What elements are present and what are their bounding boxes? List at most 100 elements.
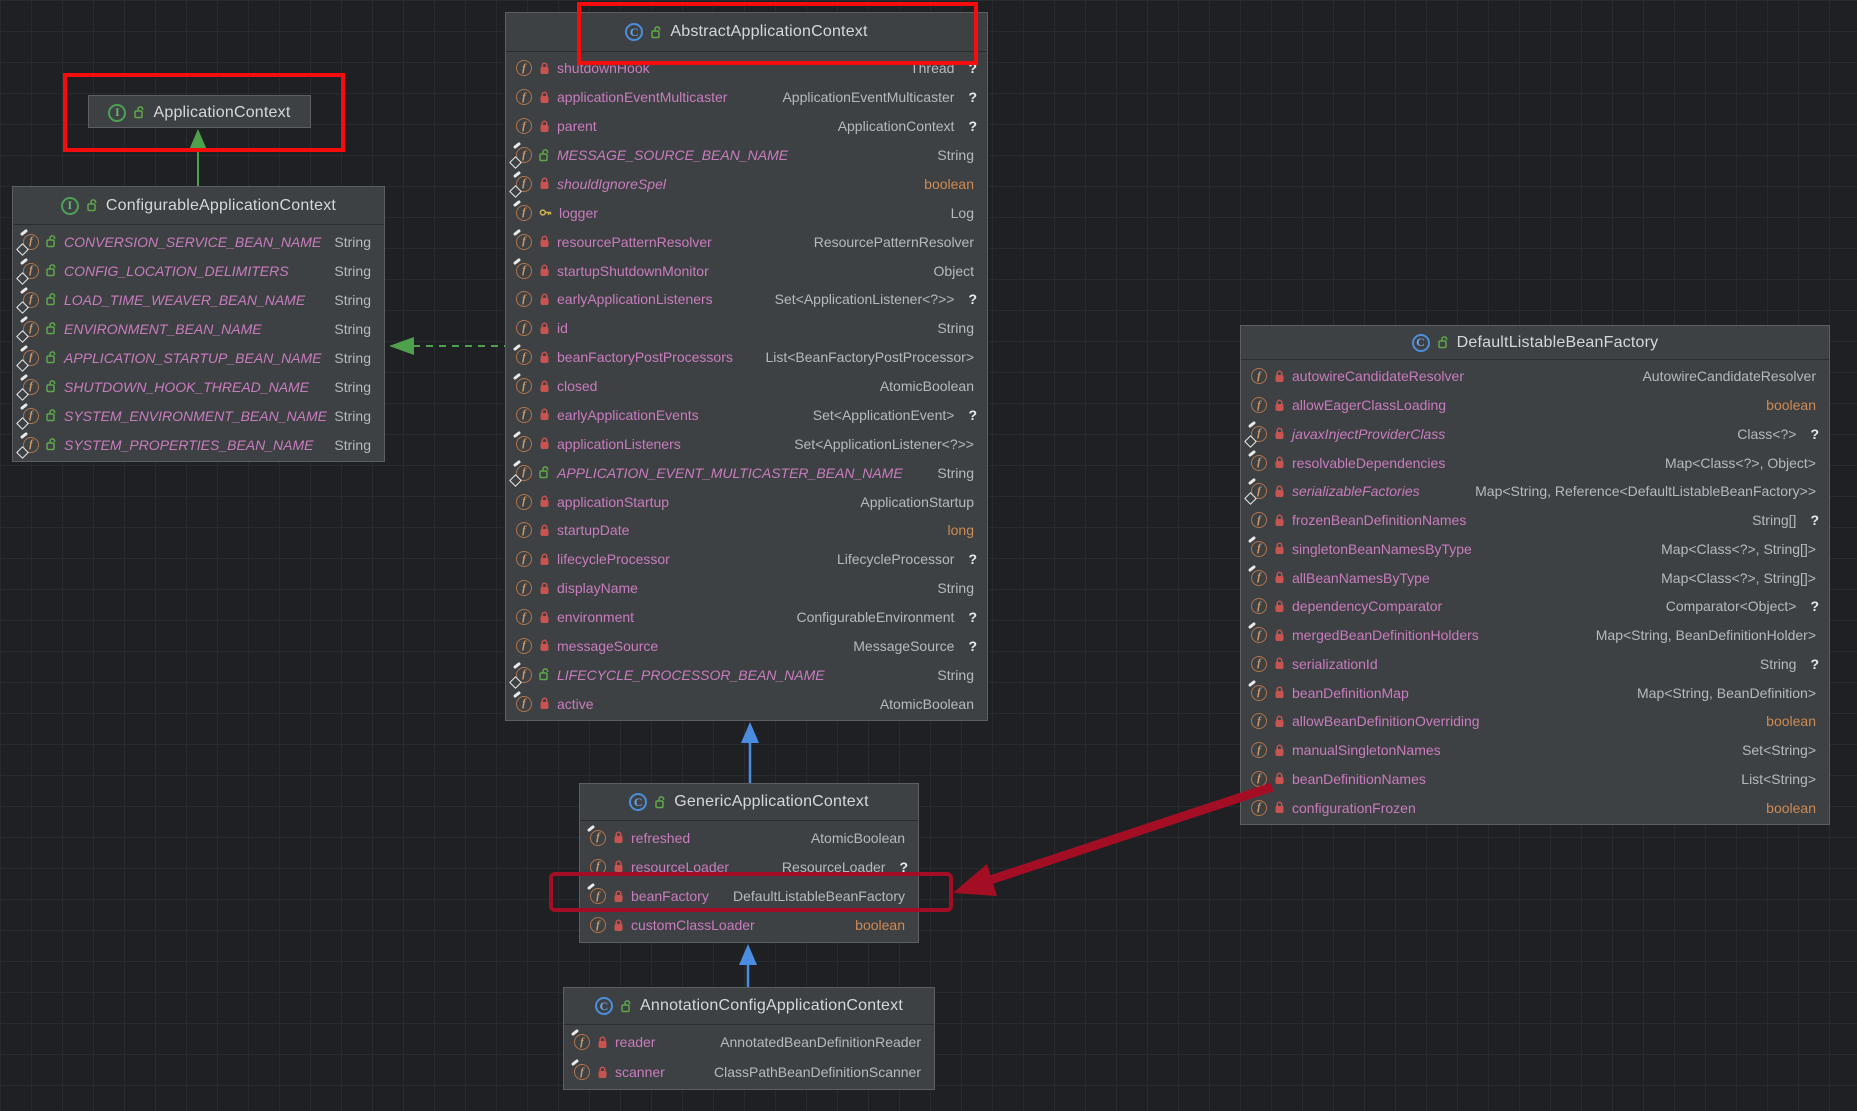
class-title: DefaultListableBeanFactory	[1456, 333, 1659, 351]
class-node-configurable-application-context[interactable]: I ConfigurableApplicationContext f CONVERSI…	[12, 186, 385, 462]
field-name: manualSingletonNames	[1292, 742, 1441, 759]
field-row-shouldIgnoreSpel[interactable]: f shouldIgnoreSpel boolean	[506, 170, 987, 199]
field-row-id[interactable]: f id String	[506, 314, 987, 343]
field-name: beanDefinitionNames	[1292, 770, 1426, 787]
field-row-beanDefinitionMap[interactable]: f beanDefinitionMap Map<String, BeanDefini…	[1241, 678, 1829, 707]
field-icon: f	[516, 378, 532, 395]
field-row-customClassLoader[interactable]: f customClassLoader boolean	[580, 911, 918, 940]
field-icon: f	[516, 609, 532, 626]
field-row-beanFactoryPostProcessors[interactable]: f beanFactoryPostProcessors List<BeanFacto…	[506, 343, 987, 372]
field-row-LIFECYCLE_PROCESSOR_BEAN_NAME[interactable]: f LIFECYCLE_PROCESSOR_BEAN_NAME String	[506, 660, 987, 689]
field-row-SHUTDOWN_HOOK_THREAD_NAME[interactable]: f SHUTDOWN_HOOK_THREAD_NAME String	[13, 372, 384, 401]
class-node-annotation-config-application-context[interactable]: C AnnotationConfigApplicationContext f read…	[563, 987, 935, 1090]
nullable-marker: ?	[1810, 598, 1819, 615]
class-header[interactable]: C AbstractApplicationContext	[506, 13, 987, 52]
field-row-MESSAGE_SOURCE_BEAN_NAME[interactable]: f MESSAGE_SOURCE_BEAN_NAME String	[506, 141, 987, 170]
class-header[interactable]: C AnnotationConfigApplicationContext	[564, 988, 934, 1025]
class-header[interactable]: I ApplicationContext	[89, 96, 310, 129]
field-row-parent[interactable]: f parent ApplicationContext?	[506, 112, 987, 141]
field-row-closed[interactable]: f closed AtomicBoolean	[506, 372, 987, 401]
field-row-frozenBeanDefinitionNames[interactable]: f frozenBeanDefinitionNames String[]?	[1241, 506, 1829, 535]
class-header[interactable]: C GenericApplicationContext	[580, 784, 918, 821]
field-row-dependencyComparator[interactable]: f dependencyComparator Comparator<Object>?	[1241, 592, 1829, 621]
field-row-serializableFactories[interactable]: f serializableFactories Map<String, Refere…	[1241, 477, 1829, 506]
private-lock-icon	[614, 890, 623, 902]
field-row-startupShutdownMonitor[interactable]: f startupShutdownMonitor Object	[506, 256, 987, 285]
field-row-environment[interactable]: f environment ConfigurableEnvironment?	[506, 603, 987, 632]
implements-arrow-abstract-to-configurable[interactable]	[389, 337, 505, 355]
field-row-earlyApplicationListeners[interactable]: f earlyApplicationListeners Set<Applicatio…	[506, 285, 987, 314]
field-row-mergedBeanDefinitionHolders[interactable]: f mergedBeanDefinitionHolders Map<String, …	[1241, 621, 1829, 650]
extends-arrow-generic-to-abstract[interactable]	[741, 722, 759, 783]
field-row-LOAD_TIME_WEAVER_BEAN_NAME[interactable]: f LOAD_TIME_WEAVER_BEAN_NAME String	[13, 285, 384, 314]
field-name: beanFactory	[631, 888, 709, 905]
field-row-beanDefinitionNames[interactable]: f beanDefinitionNames List<String>	[1241, 765, 1829, 794]
field-icon: f	[516, 666, 532, 683]
fields-list: f reader AnnotatedBeanDefinitionReader f sca…	[564, 1025, 934, 1089]
public-lock-icon	[46, 322, 56, 335]
private-lock-icon	[540, 495, 549, 508]
fields-list: f autowireCandidateResolver AutowireCandid…	[1241, 360, 1829, 824]
field-icon: f	[590, 888, 606, 905]
field-type: String	[1759, 655, 1797, 672]
annotation-arrow-factory-to-beanfactory	[953, 782, 1274, 896]
field-row-serializationId[interactable]: f serializationId String?	[1241, 650, 1829, 679]
class-header[interactable]: I ConfigurableApplicationContext	[13, 187, 384, 225]
field-row-shutdownHook[interactable]: f shutdownHook Thread?	[506, 54, 987, 83]
field-icon: f	[516, 147, 532, 164]
field-row-APPLICATION_EVENT_MULTICASTER_BEAN_NAME[interactable]: f APPLICATION_EVENT_MULTICASTER_BEAN_NAME…	[506, 458, 987, 487]
field-row-beanFactory[interactable]: f beanFactory DefaultListableBeanFactory	[580, 882, 918, 911]
field-type: String	[334, 378, 371, 395]
field-name: allowBeanDefinitionOverriding	[1292, 713, 1480, 730]
field-row-startupDate[interactable]: f startupDate long	[506, 516, 987, 545]
field-row-applicationStartup[interactable]: f applicationStartup ApplicationStartup	[506, 487, 987, 516]
field-row-lifecycleProcessor[interactable]: f lifecycleProcessor LifecycleProcessor?	[506, 545, 987, 574]
field-name: logger	[559, 204, 598, 221]
field-row-SYSTEM_ENVIRONMENT_BEAN_NAME[interactable]: f SYSTEM_ENVIRONMENT_BEAN_NAME String	[13, 401, 384, 430]
field-row-refreshed[interactable]: f refreshed AtomicBoolean	[580, 823, 918, 852]
field-row-allowEagerClassLoading[interactable]: f allowEagerClassLoading boolean	[1241, 391, 1829, 420]
field-row-messageSource[interactable]: f messageSource MessageSource?	[506, 632, 987, 661]
field-icon: f	[516, 435, 532, 452]
field-row-manualSingletonNames[interactable]: f manualSingletonNames Set<String>	[1241, 736, 1829, 765]
field-row-APPLICATION_STARTUP_BEAN_NAME[interactable]: f APPLICATION_STARTUP_BEAN_NAME String	[13, 343, 384, 372]
field-row-displayName[interactable]: f displayName String	[506, 574, 987, 603]
field-type: boolean	[855, 917, 905, 934]
field-row-allowBeanDefinitionOverriding[interactable]: f allowBeanDefinitionOverriding boolean	[1241, 707, 1829, 736]
field-icon: f	[516, 522, 532, 539]
class-node-generic-application-context[interactable]: C GenericApplicationContext f refreshed Atom…	[579, 783, 919, 943]
field-row-reader[interactable]: f reader AnnotatedBeanDefinitionReader	[564, 1027, 934, 1057]
field-row-resolvableDependencies[interactable]: f resolvableDependencies Map<Class<?>, Obj…	[1241, 448, 1829, 477]
field-row-resourceLoader[interactable]: f resourceLoader ResourceLoader?	[580, 852, 918, 881]
field-row-configurationFrozen[interactable]: f configurationFrozen boolean	[1241, 793, 1829, 822]
field-row-logger[interactable]: f logger Log	[506, 198, 987, 227]
field-row-earlyApplicationEvents[interactable]: f earlyApplicationEvents Set<ApplicationEv…	[506, 401, 987, 430]
field-row-SYSTEM_PROPERTIES_BEAN_NAME[interactable]: f SYSTEM_PROPERTIES_BEAN_NAME String	[13, 430, 384, 459]
field-icon: f	[516, 580, 532, 597]
field-row-scanner[interactable]: f scanner ClassPathBeanDefinitionScanner	[564, 1057, 934, 1087]
class-icon: C	[595, 997, 613, 1015]
field-name: SYSTEM_ENVIRONMENT_BEAN_NAME	[64, 407, 327, 424]
extends-arrow-annotationconfig-to-generic[interactable]	[739, 944, 757, 987]
field-row-ENVIRONMENT_BEAN_NAME[interactable]: f ENVIRONMENT_BEAN_NAME String	[13, 314, 384, 343]
field-icon: f	[1251, 742, 1267, 759]
field-row-CONFIG_LOCATION_DELIMITERS[interactable]: f CONFIG_LOCATION_DELIMITERS String	[13, 256, 384, 285]
class-node-abstract-application-context[interactable]: C AbstractApplicationContext f shutdownHook…	[505, 12, 988, 721]
field-type: String	[937, 147, 974, 164]
class-node-application-context[interactable]: I ApplicationContext	[88, 95, 311, 128]
extends-arrow-configurable-to-applicationcontext[interactable]	[189, 129, 207, 186]
class-node-default-listable-bean-factory[interactable]: C DefaultListableBeanFactory f autowireCand…	[1240, 325, 1830, 825]
private-lock-icon	[540, 264, 549, 277]
field-name: parent	[557, 118, 597, 135]
field-row-autowireCandidateResolver[interactable]: f autowireCandidateResolver AutowireCandid…	[1241, 362, 1829, 391]
field-row-singletonBeanNamesByType[interactable]: f singletonBeanNamesByType Map<Class<?>, S…	[1241, 535, 1829, 564]
field-row-applicationListeners[interactable]: f applicationListeners Set<ApplicationList…	[506, 429, 987, 458]
field-row-active[interactable]: f active AtomicBoolean	[506, 689, 987, 718]
field-type: Map<Class<?>, String[]>	[1661, 569, 1816, 586]
field-row-CONVERSION_SERVICE_BEAN_NAME[interactable]: f CONVERSION_SERVICE_BEAN_NAME String	[13, 227, 384, 256]
field-row-javaxInjectProviderClass[interactable]: f javaxInjectProviderClass Class<?>?	[1241, 420, 1829, 449]
class-header[interactable]: C DefaultListableBeanFactory	[1241, 326, 1829, 360]
field-row-applicationEventMulticaster[interactable]: f applicationEventMulticaster ApplicationE…	[506, 83, 987, 112]
field-row-resourcePatternResolver[interactable]: f resourcePatternResolver ResourcePatternR…	[506, 227, 987, 256]
field-row-allBeanNamesByType[interactable]: f allBeanNamesByType Map<Class<?>, String[…	[1241, 563, 1829, 592]
